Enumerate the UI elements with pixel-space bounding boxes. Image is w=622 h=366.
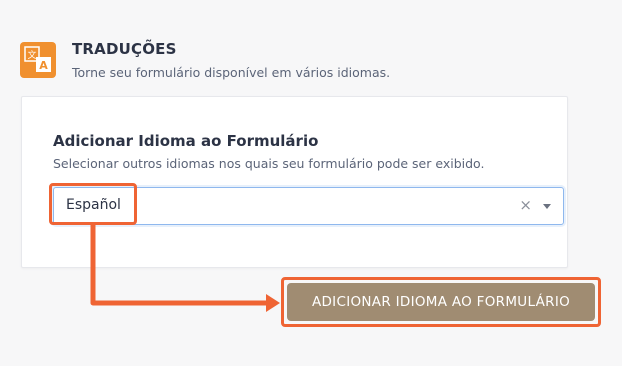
highlight-button-box: [281, 277, 601, 327]
highlight-language-box: [49, 183, 137, 225]
